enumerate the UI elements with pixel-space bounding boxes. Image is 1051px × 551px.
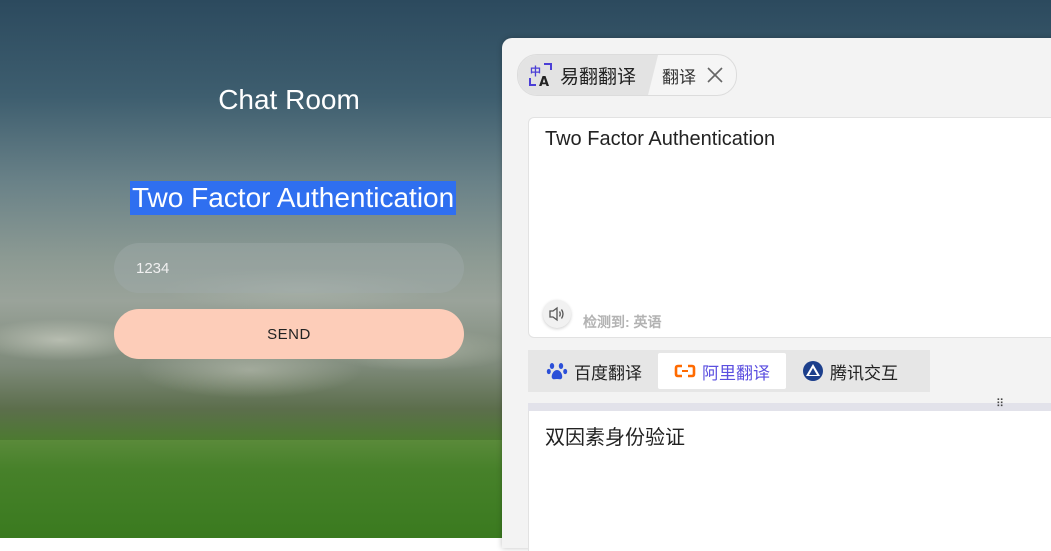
tab-app-label: 易翻翻译 bbox=[560, 66, 637, 88]
close-icon[interactable] bbox=[706, 66, 724, 84]
tab-translate-label: 翻译 bbox=[662, 67, 697, 87]
two-factor-heading-selected: Two Factor Authentication bbox=[130, 181, 457, 215]
engine-tab-tencent[interactable]: 腾讯交互 bbox=[786, 353, 914, 389]
verification-code-input[interactable] bbox=[114, 243, 464, 293]
engine-tab-alibaba[interactable]: 阿里翻译 bbox=[658, 353, 786, 389]
alibaba-icon bbox=[674, 364, 696, 378]
source-text: Two Factor Authentication bbox=[545, 128, 776, 150]
engine-tab-baidu-label: 百度翻译 bbox=[574, 363, 642, 383]
result-divider bbox=[528, 403, 1051, 411]
engine-tab-bar: 百度翻译 阿里翻译 腾讯交互 bbox=[528, 350, 930, 392]
result-text-box: 双因素身份验证 bbox=[528, 411, 1051, 551]
svg-text:A: A bbox=[539, 75, 549, 88]
detected-language-label: 检测到: 英语 bbox=[583, 314, 662, 330]
translate-app-logo-icon: 中 A bbox=[528, 62, 554, 88]
translator-panel: 中 A 易翻翻译 翻译 Two Factor Authentication 检测… bbox=[502, 38, 1051, 551]
engine-tab-tencent-label: 腾讯交互 bbox=[830, 363, 898, 383]
baidu-paw-icon bbox=[546, 363, 568, 380]
source-text-box[interactable]: Two Factor Authentication 检测到: 英语 bbox=[528, 117, 1051, 338]
speaker-icon bbox=[549, 306, 564, 322]
drag-handle-icon[interactable]: ⠿ bbox=[996, 399, 1004, 410]
tencent-icon bbox=[803, 361, 823, 381]
tab-app[interactable]: 中 A 易翻翻译 bbox=[518, 55, 658, 95]
tab-translate[interactable]: 翻译 bbox=[658, 55, 736, 95]
result-text: 双因素身份验证 bbox=[545, 427, 685, 449]
speaker-button[interactable] bbox=[543, 300, 571, 328]
engine-tab-alibaba-label: 阿里翻译 bbox=[702, 363, 770, 383]
chat-room-title: Chat Room bbox=[218, 84, 360, 115]
engine-tab-baidu[interactable]: 百度翻译 bbox=[530, 353, 658, 389]
send-button[interactable]: SEND bbox=[114, 309, 464, 359]
translator-tab-bar: 中 A 易翻翻译 翻译 bbox=[517, 54, 738, 96]
